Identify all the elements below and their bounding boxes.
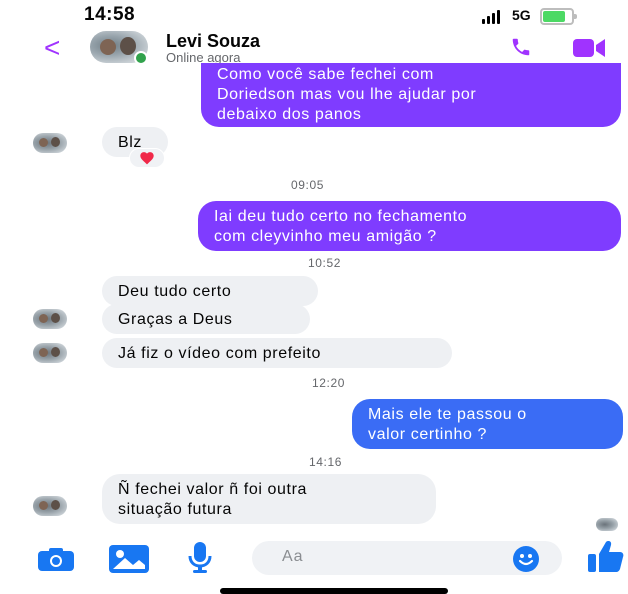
message-outgoing[interactable]: Como você sabe fechei com Doriedson mas … (201, 63, 621, 127)
message-incoming[interactable]: Já fiz o vídeo com prefeito (102, 338, 452, 368)
timestamp: 12:20 (312, 376, 346, 390)
message-outgoing[interactable]: Mais ele te passou o valor certinho ? (352, 399, 623, 449)
network-label: 5G (512, 7, 531, 23)
thumbs-up-icon[interactable] (588, 540, 624, 572)
camera-icon[interactable] (38, 548, 74, 572)
message-outgoing[interactable]: Iai deu tudo certo no fechamento com cle… (198, 201, 621, 251)
contact-avatar-small (33, 343, 67, 363)
timestamp: 14:16 (309, 455, 343, 469)
reaction-badge[interactable] (129, 148, 165, 168)
message-incoming[interactable]: Ñ fechei valor ñ foi outra situação futu… (102, 474, 436, 524)
microphone-icon[interactable] (188, 542, 212, 574)
contact-avatar-small (33, 496, 67, 516)
online-indicator (134, 51, 148, 65)
video-camera-icon[interactable] (573, 38, 605, 58)
battery-icon (540, 8, 577, 25)
status-time: 14:58 (84, 4, 136, 25)
contact-name[interactable]: Levi Souza (166, 31, 260, 52)
message-incoming[interactable]: Graças a Deus (102, 304, 310, 334)
image-icon[interactable] (109, 545, 149, 573)
heart-icon (140, 152, 154, 165)
back-button[interactable]: < (44, 32, 60, 64)
home-indicator (220, 588, 448, 594)
timestamp: 09:05 (291, 178, 325, 192)
message-input-placeholder: Aa (282, 548, 304, 565)
message-incoming[interactable]: Deu tudo certo (102, 276, 318, 306)
timestamp: 10:52 (308, 256, 342, 270)
read-receipt-avatar (596, 518, 618, 531)
contact-avatar-small (33, 133, 67, 153)
phone-icon[interactable] (508, 36, 534, 58)
emoji-icon[interactable] (513, 546, 539, 572)
contact-avatar-small (33, 309, 67, 329)
signal-icon (482, 10, 500, 24)
